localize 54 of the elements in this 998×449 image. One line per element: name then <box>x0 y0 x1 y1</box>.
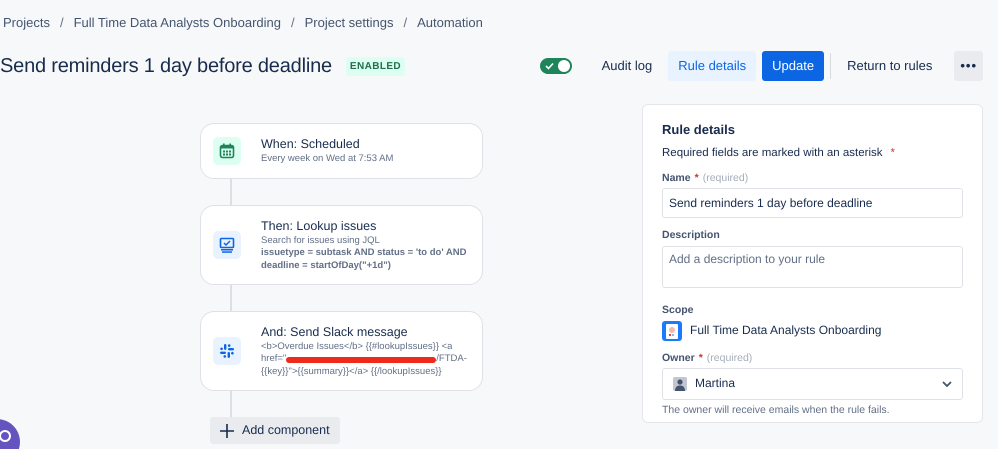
chevron-down-icon <box>942 381 952 388</box>
add-component-button[interactable]: Add component <box>210 417 340 444</box>
breadcrumb-link[interactable]: Projects <box>3 13 50 33</box>
update-button[interactable]: Update <box>762 51 824 81</box>
field-label: Description <box>662 229 720 244</box>
scope-value: Full Time Data Analysts Onboarding <box>690 322 882 338</box>
component-card[interactable]: Then: Lookup issues Search for issues using JQL issuetype = subtask AND status = 'to do' AND deadline = startOfDay("+1d") <box>200 204 483 285</box>
check-icon <box>544 62 554 70</box>
required-hint: (required) <box>706 352 752 366</box>
description-field[interactable]: Add a description to your rule <box>662 246 963 288</box>
page-title: Send reminders 1 day before deadline <box>0 54 332 78</box>
breadcrumb-link[interactable]: Automation <box>417 13 483 33</box>
field-label: Owner <box>662 352 695 366</box>
project-avatar-icon <box>662 320 682 341</box>
breadcrumb-link[interactable]: Project settings <box>304 13 394 33</box>
header-button[interactable]: Rule details <box>668 51 756 81</box>
breadcrumb-separator: / <box>290 14 295 32</box>
helper-text: The owner will receive emails when the rule fails. <box>662 404 891 418</box>
plus-icon <box>220 424 234 438</box>
hash-grid-icon <box>213 337 241 366</box>
asterisk: * <box>694 172 699 186</box>
component-card[interactable]: And: Send Slack message <b>Overdue Issues</b> {{#lookupIssues}} <a href=" /FTDA- {{key}}">{{summary}}</a> {{/lookupIssues}} <box>200 310 483 392</box>
enable-toggle[interactable] <box>540 58 572 74</box>
header-button[interactable]: Return to rules <box>837 51 942 81</box>
asterisk: * <box>698 352 703 366</box>
panel-title: Rule details <box>662 122 736 139</box>
monitor-icon <box>213 230 241 259</box>
avatar-icon <box>673 377 687 392</box>
ring-icon <box>0 429 12 443</box>
more-button[interactable]: ••• <box>954 51 983 81</box>
component-detail: issuetype = subtask AND status = 'to do' AND deadline = startOfDay("+1d") <box>261 247 468 272</box>
component-card[interactable]: When: Scheduled Every week on Wed at 7:53 AM <box>200 123 483 179</box>
component-detail: Search for issues using JQL <box>261 234 380 248</box>
status-lozenge: ENABLED <box>346 56 406 76</box>
component-title: When: Scheduled <box>261 136 361 152</box>
component-detail: {{key}}">{{summary}}</a> {{/lookupIssues}} <box>261 366 442 378</box>
header-button[interactable]: Audit log <box>592 51 662 81</box>
breadcrumb-separator: / <box>60 14 64 32</box>
asterisk: * <box>890 146 896 161</box>
name-field[interactable]: Send reminders 1 day before deadline <box>662 188 963 218</box>
calendar-icon <box>213 136 241 165</box>
component-detail: Every week on Wed at 7:53 AM <box>261 153 394 166</box>
owner-select[interactable]: Martina <box>662 368 963 400</box>
component-detail: href=" <box>261 353 286 366</box>
breadcrumb-separator: / <box>403 14 408 32</box>
component-title: Then: Lookup issues <box>261 218 378 234</box>
field-label: Scope <box>662 304 694 318</box>
field-label: Name <box>662 172 691 186</box>
required-note: Required fields are marked with an asterisk <box>662 146 883 161</box>
component-detail: <b>Overdue Issues</b> {{#lookupIssues}} <a <box>261 341 452 354</box>
required-hint: (required) <box>702 172 748 186</box>
component-title: And: Send Slack message <box>261 324 409 340</box>
breadcrumb-link[interactable]: Full Time Data Analysts Onboarding <box>74 13 281 33</box>
component-detail: /FTDA- <box>436 353 467 366</box>
